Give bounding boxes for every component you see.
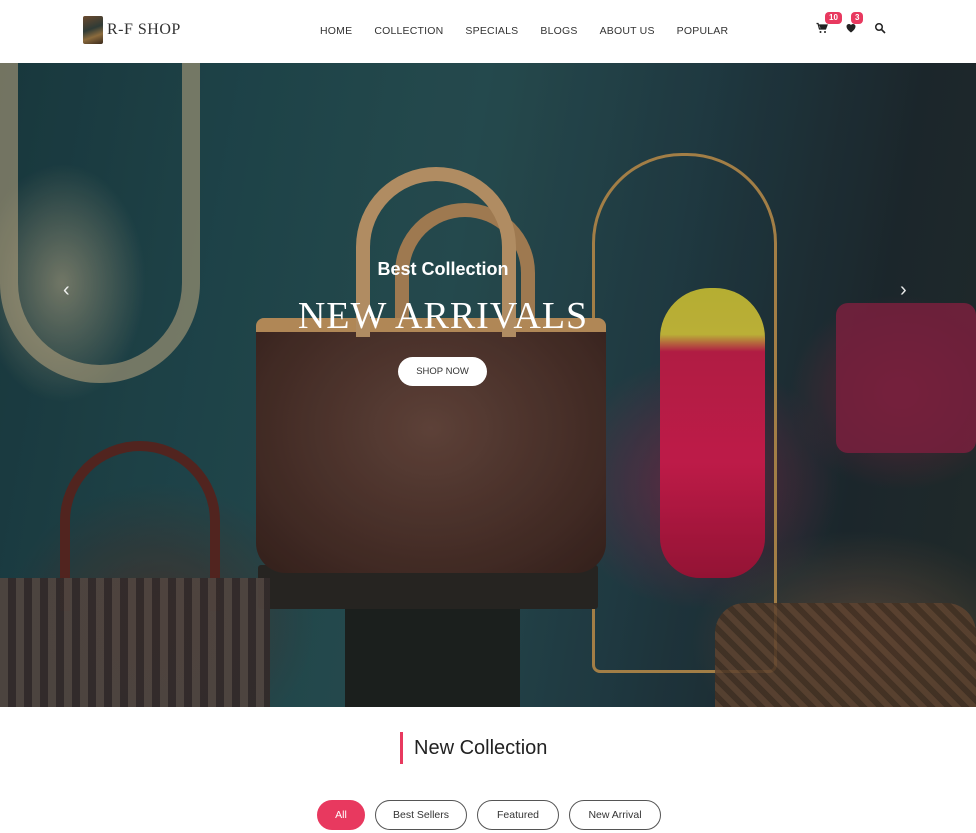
search-button[interactable]: [874, 22, 888, 36]
hero-overlay: [0, 63, 976, 707]
nav-about-us[interactable]: ABOUT US: [600, 25, 655, 37]
collection-filters: All Best Sellers Featured New Arrival: [317, 800, 661, 830]
cart-icon: [816, 22, 828, 33]
cart-count-badge: 10: [825, 12, 842, 24]
logo-text: R-F SHOP: [107, 21, 181, 38]
header-icons: 10 3: [816, 12, 888, 36]
hero-slider: ‹ › Best Collection NEW ARRIVALS SHOP NO…: [0, 63, 976, 707]
main-nav: HOME COLLECTION SPECIALS BLOGS ABOUT US …: [320, 25, 728, 37]
cart-button[interactable]: 10: [816, 12, 842, 36]
filter-best-sellers[interactable]: Best Sellers: [375, 800, 467, 830]
chevron-right-icon: ›: [900, 279, 907, 301]
filter-new-arrival[interactable]: New Arrival: [569, 800, 661, 830]
section-heading: New Collection: [400, 732, 547, 764]
hero-title: NEW ARRIVALS: [297, 295, 589, 337]
slider-next-button[interactable]: ›: [900, 278, 916, 302]
nav-blogs[interactable]: BLOGS: [540, 25, 577, 37]
nav-specials[interactable]: SPECIALS: [465, 25, 518, 37]
wishlist-count-badge: 3: [851, 12, 864, 24]
shop-now-button[interactable]: SHOP NOW: [398, 357, 487, 386]
filter-featured[interactable]: Featured: [477, 800, 559, 830]
hero-subtitle: Best Collection: [377, 259, 509, 279]
logo[interactable]: R-F SHOP: [83, 16, 181, 44]
nav-collection[interactable]: COLLECTION: [374, 25, 443, 37]
search-icon: [875, 23, 886, 34]
logo-image: [83, 16, 103, 44]
wishlist-button[interactable]: 3: [845, 12, 864, 36]
filter-all[interactable]: All: [317, 800, 365, 830]
section-title: New Collection: [414, 736, 548, 759]
site-header: R-F SHOP HOME COLLECTION SPECIALS BLOGS …: [0, 0, 976, 63]
nav-home[interactable]: HOME: [320, 25, 352, 37]
nav-popular[interactable]: POPULAR: [677, 25, 729, 37]
heading-accent-bar: [400, 732, 403, 764]
